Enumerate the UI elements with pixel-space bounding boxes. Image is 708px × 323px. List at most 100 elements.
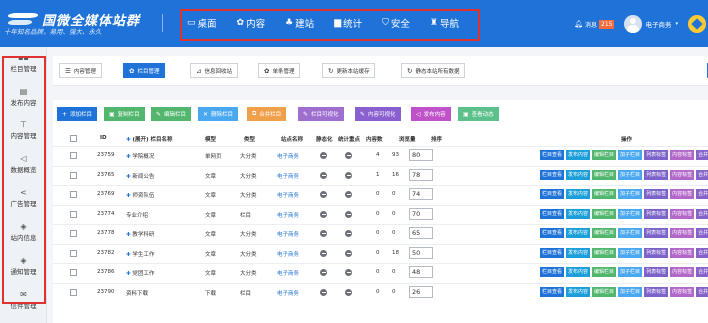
column-name-link[interactable]: ✚ 学生工作 — [126, 250, 154, 258]
site-name-link[interactable]: 电子商务 — [277, 269, 299, 277]
op-button[interactable]: 列表标签 — [644, 267, 669, 277]
row-checkbox[interactable] — [70, 288, 77, 296]
op-button[interactable]: 列表标签 — [644, 247, 669, 258]
messages-count-badge[interactable]: 215 — [599, 19, 615, 29]
toolbar-button-chart[interactable]: ⊿ 信息回收站 — [190, 63, 238, 78]
op-button[interactable]: 发布内容 — [566, 189, 591, 199]
op-button[interactable]: 列表标签 — [644, 208, 669, 219]
op-button[interactable]: 内容标签 — [670, 169, 695, 180]
op-button[interactable]: 栏目查看 — [540, 150, 565, 160]
op-button[interactable]: 编辑栏目 — [592, 150, 617, 160]
sort-input[interactable]: 74 — [409, 188, 433, 200]
static-toggle-icon[interactable] — [320, 152, 327, 159]
user-name[interactable]: 电子商务 — [645, 19, 671, 29]
site-name-link[interactable]: 电子商务 — [277, 250, 299, 258]
messages-label[interactable]: 消息 — [585, 20, 597, 29]
op-button[interactable]: 合并 — [696, 189, 708, 199]
op-button[interactable]: 加子栏目 — [618, 267, 643, 277]
op-button[interactable]: 加子栏目 — [618, 286, 643, 297]
op-button[interactable]: 编辑栏目 — [592, 208, 617, 219]
op-button[interactable]: 内容标签 — [670, 247, 695, 258]
toolbar-button-refresh-all[interactable]: ↻ 静态本站所有数据 — [401, 63, 466, 78]
op-button[interactable]: 发布内容 — [566, 169, 591, 180]
op-button[interactable]: 栏目查看 — [540, 169, 565, 180]
sort-input[interactable]: 50 — [409, 246, 433, 259]
sort-input[interactable]: 26 — [409, 285, 433, 298]
column-name-link[interactable]: 资料下载 — [126, 289, 148, 297]
op-button[interactable]: 列表标签 — [644, 189, 669, 199]
stats-toggle-icon[interactable] — [345, 191, 352, 198]
site-name-link[interactable]: 电子商务 — [277, 230, 299, 238]
op-button[interactable]: 内容标签 — [670, 150, 695, 160]
op-button[interactable]: 合并 — [696, 169, 708, 180]
static-toggle-icon[interactable] — [320, 288, 327, 296]
op-button[interactable]: 列表标签 — [644, 228, 669, 238]
site-name-link[interactable]: 电子商务 — [277, 211, 299, 219]
static-toggle-icon[interactable] — [320, 269, 327, 276]
op-button[interactable]: 列表标签 — [644, 169, 669, 180]
row-checkbox[interactable] — [70, 269, 77, 276]
row-checkbox[interactable] — [70, 191, 77, 198]
op-button[interactable]: 列表标签 — [644, 150, 669, 160]
op-button[interactable]: 内容标签 — [670, 286, 695, 297]
op-button[interactable]: 编辑栏目 — [592, 286, 617, 297]
op-button[interactable]: 合并 — [696, 247, 708, 258]
op-button[interactable]: 内容标签 — [670, 228, 695, 238]
op-button[interactable]: 加子栏目 — [618, 228, 643, 238]
stats-toggle-icon[interactable] — [345, 269, 352, 276]
row-checkbox[interactable] — [70, 171, 77, 179]
op-button[interactable]: 编辑栏目 — [592, 228, 617, 238]
sort-input[interactable]: 70 — [409, 207, 433, 220]
op-button[interactable]: 发布内容 — [566, 267, 591, 277]
toolbar-button-refresh[interactable]: ↻ 更新本站缓存 — [322, 63, 376, 78]
stats-toggle-icon[interactable] — [345, 288, 352, 296]
app-cube-icon[interactable] — [688, 15, 706, 33]
row-checkbox[interactable] — [70, 210, 77, 218]
select-all-checkbox[interactable] — [70, 135, 77, 142]
op-button[interactable]: 合并 — [696, 286, 708, 297]
op-button[interactable]: 内容标签 — [670, 267, 695, 277]
op-button[interactable]: 合并 — [696, 150, 708, 160]
action-button-publish[interactable]: ◁ 发布内容 — [411, 107, 451, 121]
row-checkbox[interactable] — [70, 230, 77, 237]
static-toggle-icon[interactable] — [320, 171, 327, 179]
stats-toggle-icon[interactable] — [345, 249, 352, 257]
stats-toggle-icon[interactable] — [345, 152, 352, 159]
static-toggle-icon[interactable] — [320, 210, 327, 218]
row-checkbox[interactable] — [70, 152, 77, 159]
op-button[interactable]: 内容标签 — [670, 208, 695, 219]
site-name-link[interactable]: 电子商务 — [277, 152, 299, 160]
toolbar-button-list[interactable]: ☰ 内容管理 — [59, 63, 102, 78]
op-button[interactable]: 栏目查看 — [540, 286, 565, 297]
site-name-link[interactable]: 电子商务 — [277, 172, 299, 180]
op-button[interactable]: 加子栏目 — [618, 169, 643, 180]
action-button-delete[interactable]: ✕ 删除栏目 — [198, 107, 239, 121]
op-button[interactable]: 发布内容 — [566, 286, 591, 297]
action-button-edit[interactable]: ✎ 编辑栏目 — [151, 107, 192, 121]
op-button[interactable]: 栏目查看 — [540, 228, 565, 238]
op-button[interactable]: 栏目查看 — [540, 189, 565, 199]
static-toggle-icon[interactable] — [320, 230, 327, 237]
op-button[interactable]: 列表标签 — [644, 286, 669, 297]
bell-icon[interactable]: 🔔︎ — [574, 20, 583, 28]
user-avatar[interactable] — [624, 15, 643, 33]
op-button[interactable]: 发布内容 — [566, 247, 591, 258]
op-button[interactable]: 栏目查看 — [540, 267, 565, 277]
static-toggle-icon[interactable] — [320, 191, 327, 198]
op-button[interactable]: 加子栏目 — [618, 150, 643, 160]
sort-input[interactable]: 78 — [409, 168, 433, 181]
stats-toggle-icon[interactable] — [345, 230, 352, 237]
column-name-link[interactable]: ✚ 师资队伍 — [126, 191, 154, 199]
op-button[interactable]: 加子栏目 — [618, 247, 643, 258]
action-button-copy[interactable]: ▣ 复制栏目 — [104, 107, 145, 121]
op-button[interactable]: 发布内容 — [566, 150, 591, 160]
action-button-merge[interactable]: ⧉ 合并栏目 — [247, 107, 287, 121]
op-button[interactable]: 合并 — [696, 267, 708, 277]
column-name-link[interactable]: ✚ 党团工作 — [126, 269, 154, 277]
op-button[interactable]: 编辑栏目 — [592, 189, 617, 199]
op-button[interactable]: 加子栏目 — [618, 189, 643, 199]
action-button-content-visualize[interactable]: ✎ 内容可视化 — [355, 107, 401, 121]
column-name-link[interactable]: ✚ 教学科研 — [126, 230, 154, 238]
op-button[interactable]: 发布内容 — [566, 228, 591, 238]
stats-toggle-icon[interactable] — [345, 171, 352, 179]
